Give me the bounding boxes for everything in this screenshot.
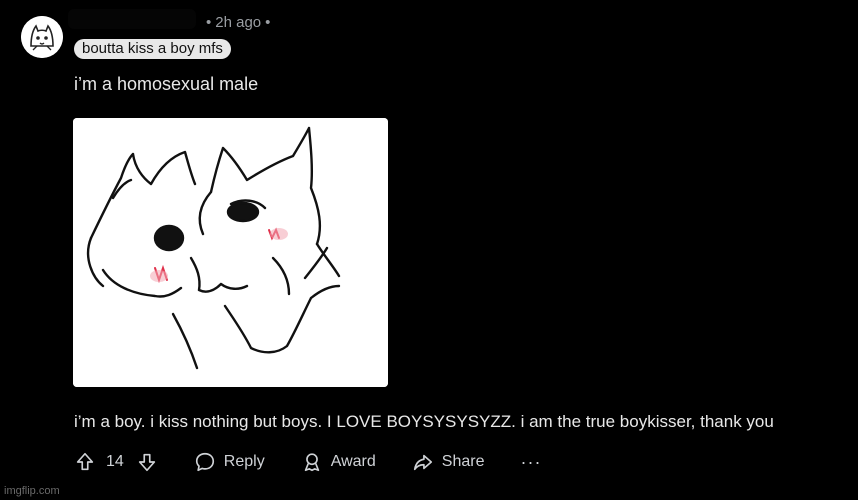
timestamp: 2h ago	[215, 14, 262, 31]
reply-button[interactable]: Reply	[194, 451, 265, 473]
user-avatar[interactable]	[21, 16, 63, 58]
arrow-down-icon[interactable]	[136, 451, 158, 473]
award-ribbon-icon	[304, 453, 319, 472]
separator-dot: •	[265, 14, 271, 31]
separator-dot: •	[206, 14, 212, 31]
share-button[interactable]: Share	[412, 451, 485, 473]
comment-first-line: i’m a homosexual male	[74, 74, 259, 94]
comment-body: i’m a boy. i kiss nothing but boys. I LO…	[74, 412, 774, 431]
cat-avatar-icon	[21, 16, 63, 58]
arrow-up-icon[interactable]	[74, 451, 96, 473]
cartoon-cats-kissing-image	[73, 118, 388, 387]
comment-meta: • 2h ago •	[202, 14, 274, 31]
vote-count: 14	[106, 453, 124, 470]
share-label: Share	[441, 453, 485, 470]
award-label: Award	[330, 453, 376, 470]
imgflip-watermark: imgflip.com	[4, 485, 60, 497]
share-arrow-icon	[413, 454, 432, 471]
user-flair[interactable]: boutta kiss a boy mfs	[74, 39, 231, 59]
speech-bubble-icon	[195, 452, 214, 472]
more-options-button[interactable]: ···	[520, 452, 541, 473]
vote-controls: 14	[74, 451, 158, 473]
award-button[interactable]: Award	[301, 451, 376, 473]
username-redacted	[68, 9, 196, 29]
comment-root: • 2h ago • boutta kiss a boy mfs i’m a hom…	[0, 0, 858, 500]
comment-action-bar: 14 Reply Award Share ···	[74, 449, 577, 475]
reply-label: Reply	[223, 453, 265, 470]
comment-image[interactable]	[73, 118, 388, 387]
